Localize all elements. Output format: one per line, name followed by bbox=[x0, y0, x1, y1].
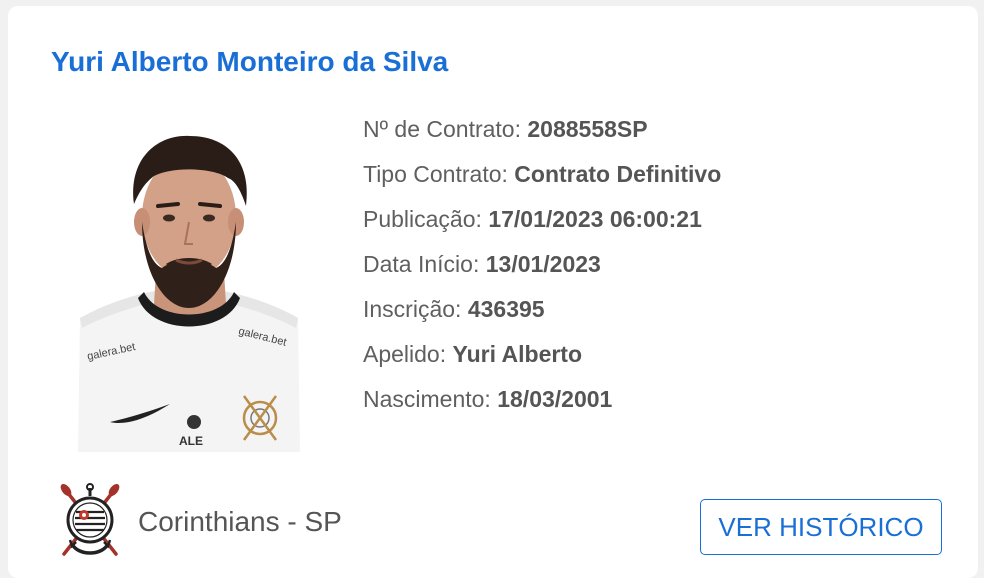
detail-row-birth-date: Nascimento: 18/03/2001 bbox=[363, 381, 721, 426]
detail-row-publication: Publicação: 17/01/2023 06:00:21 bbox=[363, 201, 721, 246]
detail-label: Inscrição: bbox=[363, 296, 462, 322]
detail-label: Nº de Contrato: bbox=[363, 116, 521, 142]
detail-label: Apelido: bbox=[363, 341, 447, 367]
detail-value: 18/03/2001 bbox=[497, 386, 613, 412]
detail-row-contract-number: Nº de Contrato: 2088558SP bbox=[363, 111, 721, 156]
view-history-button[interactable]: VER HISTÓRICO bbox=[700, 499, 942, 555]
club-info: Corinthians - SP bbox=[58, 482, 342, 562]
jersey-ale-logo: ALE bbox=[179, 434, 203, 448]
detail-row-start-date: Data Início: 13/01/2023 bbox=[363, 246, 721, 291]
player-name: Yuri Alberto Monteiro da Silva bbox=[51, 46, 449, 77]
contract-details: Nº de Contrato: 2088558SP Tipo Contrato:… bbox=[363, 111, 721, 426]
detail-row-nickname: Apelido: Yuri Alberto bbox=[363, 336, 721, 381]
corinthians-crest-icon bbox=[60, 483, 120, 556]
detail-label: Nascimento: bbox=[363, 386, 491, 412]
detail-value: 13/01/2023 bbox=[485, 251, 601, 277]
detail-value: Yuri Alberto bbox=[452, 341, 583, 367]
detail-value: Contrato Definitivo bbox=[514, 161, 722, 187]
club-name: Corinthians - SP bbox=[138, 506, 342, 537]
detail-label: Data Início: bbox=[363, 251, 480, 277]
detail-row-contract-type: Tipo Contrato: Contrato Definitivo bbox=[363, 156, 721, 201]
detail-value: 17/01/2023 06:00:21 bbox=[488, 206, 702, 232]
detail-label: Publicação: bbox=[363, 206, 482, 232]
detail-value: 436395 bbox=[467, 296, 545, 322]
detail-value: 2088558SP bbox=[527, 116, 648, 142]
contract-card: Yuri Alberto Monteiro da Silva galera.be… bbox=[8, 6, 978, 578]
detail-row-registration: Inscrição: 436395 bbox=[363, 291, 721, 336]
player-photo: galera.bet galera.bet ALE bbox=[78, 122, 300, 452]
detail-label: Tipo Contrato: bbox=[363, 161, 508, 187]
